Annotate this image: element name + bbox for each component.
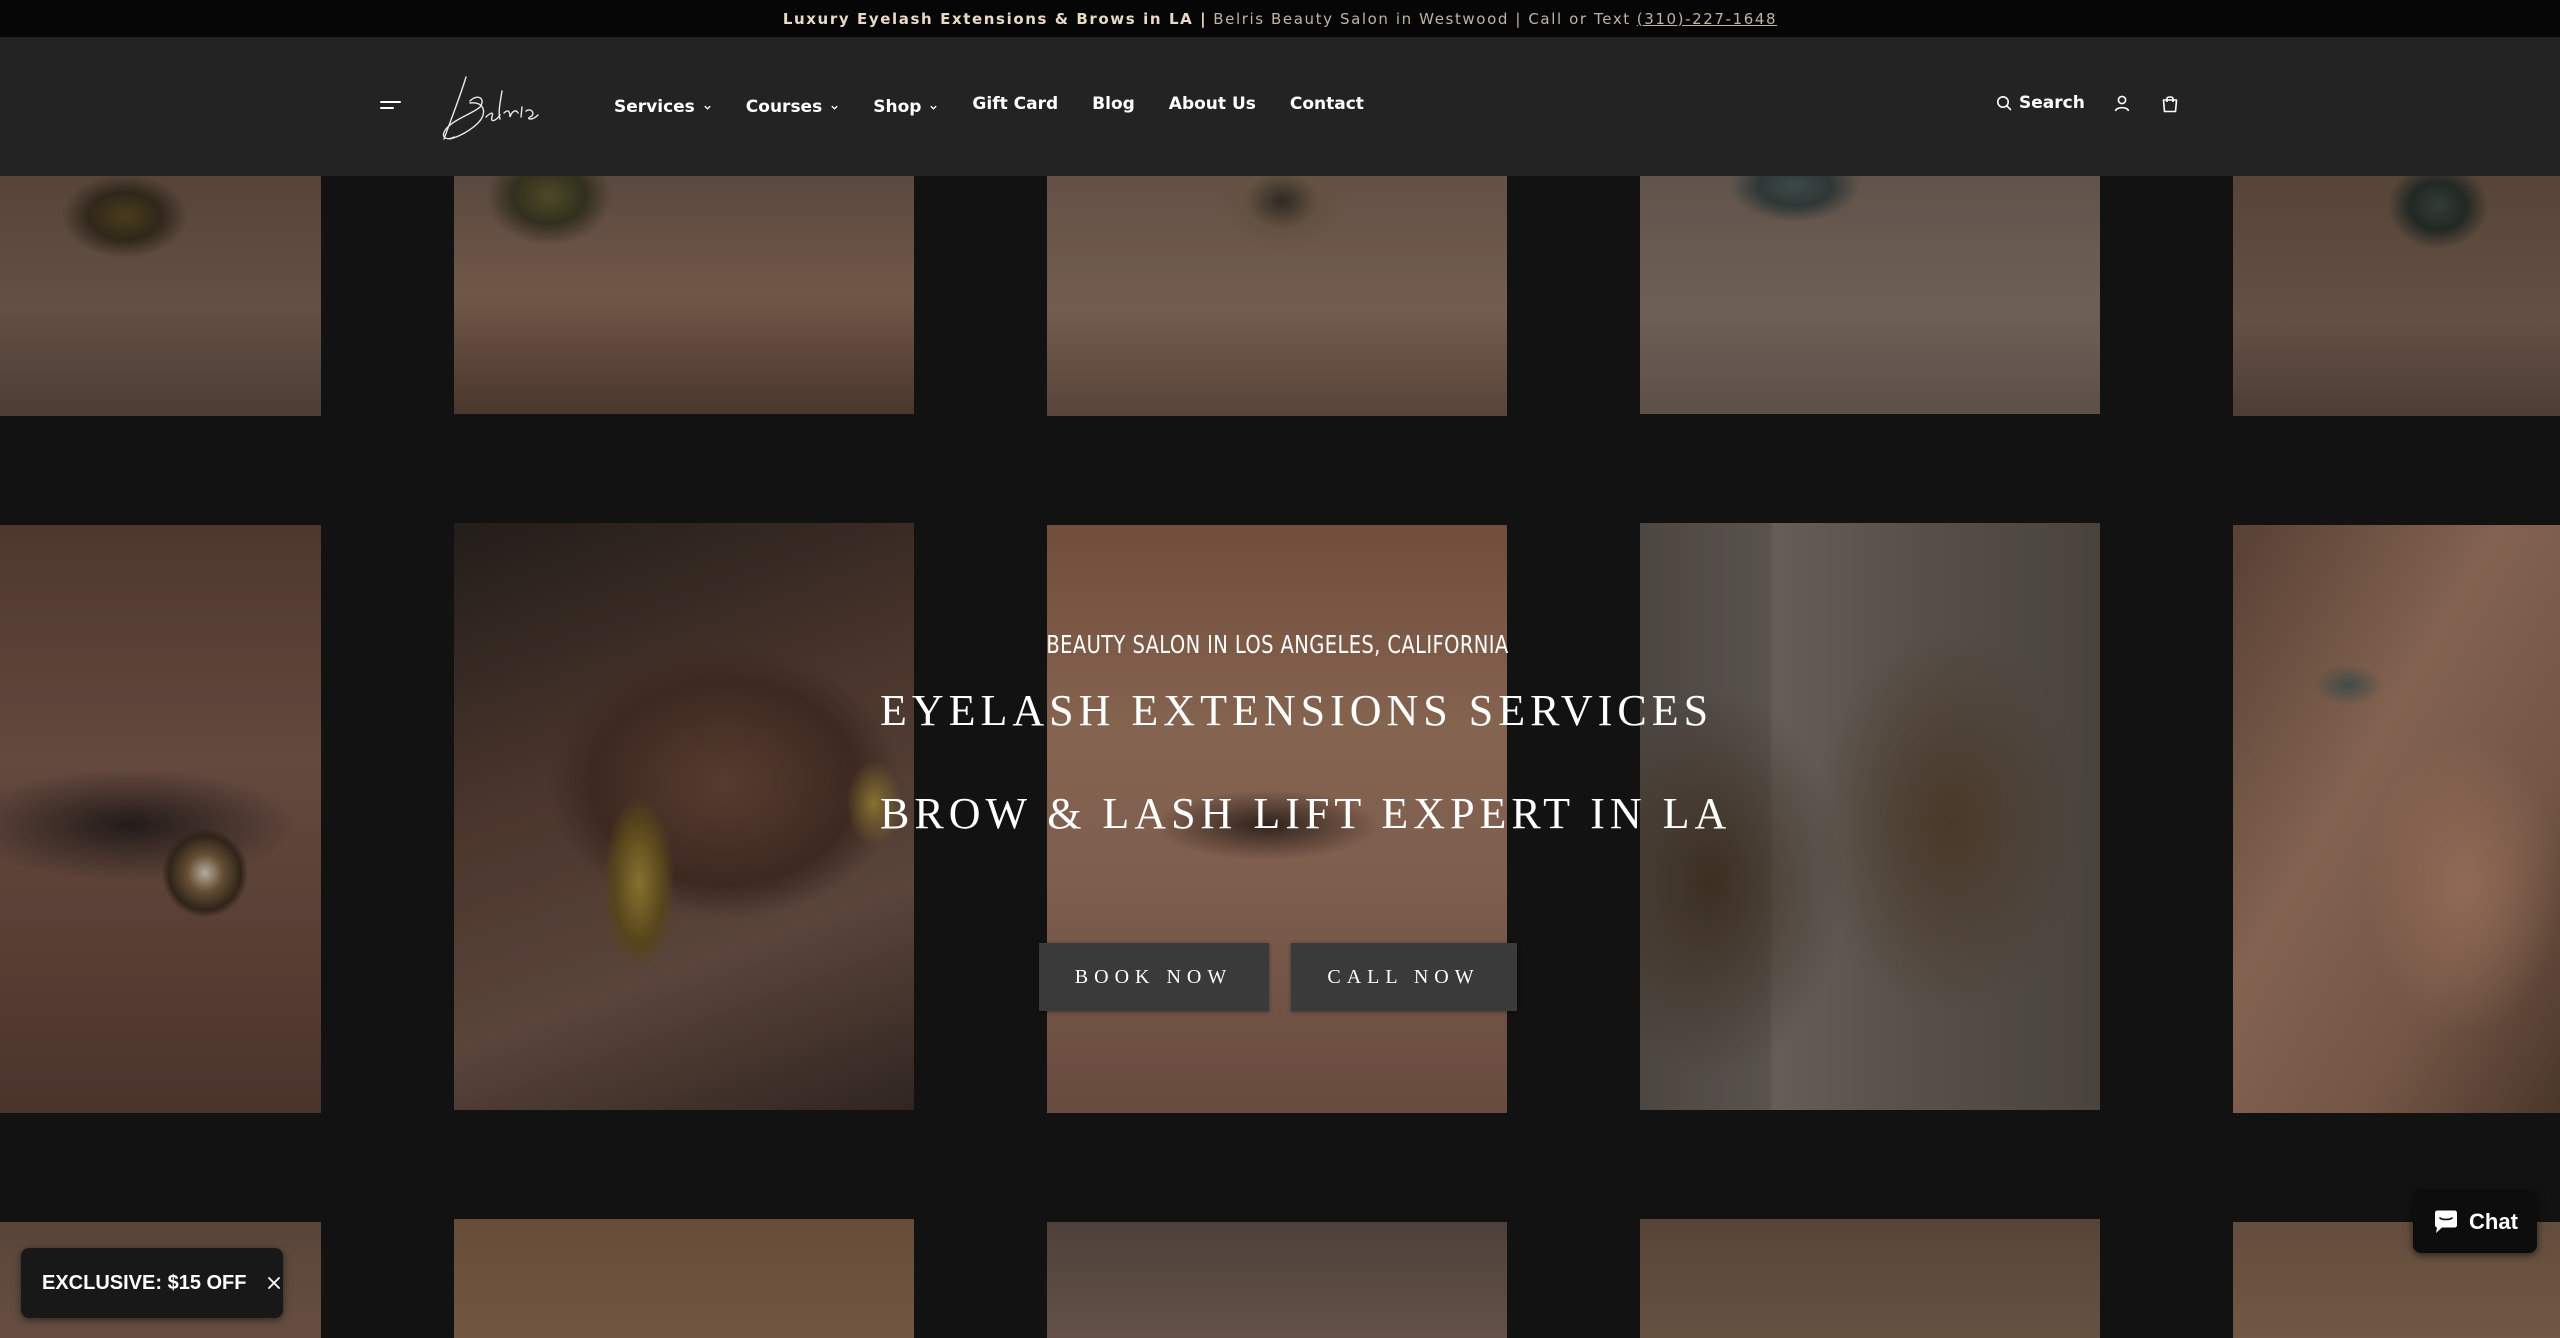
announcement-bar: Luxury Eyelash Extensions & Brows in LA … (0, 0, 2560, 37)
nav-blog[interactable]: Blog (1092, 94, 1135, 114)
chevron-down-icon (930, 105, 938, 110)
hero-heading-line-1: EYELASH EXTENSIONS SERVICES (880, 686, 1714, 735)
nav-contact[interactable]: Contact (1290, 94, 1364, 114)
call-now-button[interactable]: CALL NOW (1290, 943, 1517, 1011)
discount-popup[interactable]: EXCLUSIVE: $15 OFF (21, 1248, 283, 1318)
site-header: Services Courses Shop Gift Card Blog Abo… (0, 37, 2560, 176)
nav-courses-label: Courses (745, 97, 823, 117)
site-logo[interactable] (440, 67, 540, 147)
close-icon[interactable] (266, 1275, 282, 1291)
nav-about-us[interactable]: About Us (1169, 94, 1256, 114)
gallery-tile-eye-5 (1640, 176, 2100, 414)
chat-bubble-icon (2435, 1210, 2458, 1233)
gallery-tile-eye-3 (454, 176, 914, 414)
gallery-tile-3-2 (454, 1219, 914, 1338)
nav-services[interactable]: Services (614, 97, 712, 117)
gallery-tile-facial-treatment (454, 523, 914, 1110)
search-button[interactable]: Search (1996, 93, 2085, 113)
nav-shop-label: Shop (873, 97, 922, 117)
hero-section: BEAUTY SALON IN LOS ANGELES, CALIFORNIA … (880, 630, 1732, 1011)
hero-heading-line-2: BROW & LASH LIFT EXPERT IN LA (880, 789, 1732, 838)
gallery-tile-eye-4 (1047, 176, 1507, 416)
menu-icon[interactable] (380, 99, 402, 113)
announcement-phone-link[interactable]: (310)-227-1648 (1637, 10, 1777, 28)
discount-label: EXCLUSIVE: $15 OFF (42, 1271, 247, 1294)
announcement-headline: Luxury Eyelash Extensions & Brows in LA … (782, 9, 1208, 28)
cart-icon[interactable] (2161, 94, 2179, 113)
hero-buttons: BOOK NOW CALL NOW (880, 943, 1675, 1011)
chat-label: Chat (2469, 1208, 2518, 1234)
nav-shop[interactable]: Shop (873, 97, 938, 117)
announcement-text: Belris Beauty Salon in Westwood | Call o… (1213, 9, 1631, 28)
chevron-down-icon (831, 105, 838, 110)
gallery-tile-3-3 (1047, 1222, 1507, 1338)
nav-courses[interactable]: Courses (746, 97, 839, 117)
gallery-tile-eye-2 (0, 525, 321, 1113)
gallery-tile-eye-6 (2233, 176, 2560, 416)
header-actions: Search (1996, 93, 2179, 113)
search-icon (1997, 96, 2012, 111)
nav-services-label: Services (614, 97, 695, 117)
hero-subtitle: BEAUTY SALON IN LOS ANGELES, CALIFORNIA (1046, 630, 1509, 659)
gallery-tile-freckled-face (2233, 525, 2560, 1113)
main-nav: Services Courses Shop Gift Card Blog Abo… (614, 91, 1398, 117)
gallery-tile-3-4 (1640, 1219, 2100, 1338)
account-icon[interactable] (2113, 94, 2131, 112)
chat-button[interactable]: Chat (2413, 1190, 2537, 1253)
search-label: Search (2019, 93, 2085, 113)
gallery-tile-eye-1 (0, 176, 321, 416)
chevron-down-icon (704, 105, 711, 110)
nav-gift-card[interactable]: Gift Card (972, 94, 1058, 114)
book-now-button[interactable]: BOOK NOW (1038, 943, 1269, 1011)
